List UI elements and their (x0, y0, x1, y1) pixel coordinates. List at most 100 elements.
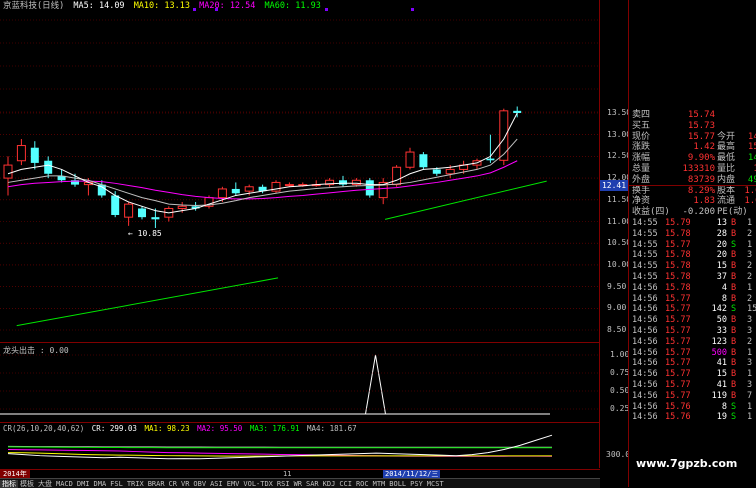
price-tick-9: 9.00 (607, 303, 627, 313)
quote-row: 涨幅 9.90% 最低 14.24 (629, 153, 756, 164)
candle-body (365, 180, 374, 196)
trade-row: 14:56 15.77 142 S 15 (629, 304, 756, 314)
trade-side: B (731, 250, 737, 261)
trade-side: B (731, 228, 737, 239)
trade-price: 15.78 (665, 272, 691, 282)
trade-side: S (731, 412, 737, 423)
trade-count: 3 (747, 380, 753, 390)
trade-volume: 15 (716, 261, 727, 272)
trade-side: B (731, 369, 737, 380)
quote-value: -0.200 (682, 207, 715, 218)
quote-row: 卖四 15.74 42 (629, 110, 756, 121)
trade-row: 14:55 15.79 13 B 1 (629, 218, 756, 228)
quote-extra-value: 15.79 (747, 142, 756, 153)
trade-row: 14:56 15.77 33 B 3 (629, 326, 756, 336)
trade-volume: 41 (716, 380, 727, 390)
trade-side: B (731, 347, 737, 358)
trade-side: S (731, 401, 737, 412)
trade-side: B (731, 315, 737, 326)
trade-price: 15.77 (665, 369, 691, 380)
quote-label: 卖四 (632, 110, 651, 120)
trade-row: 14:56 15.77 15 B 1 (629, 369, 756, 379)
trade-time: 14:55 (632, 239, 658, 250)
trade-volume: 19 (716, 412, 727, 423)
quote-extra-label: PE(动) (717, 207, 748, 218)
ind1-tick-3: 0.25 (610, 404, 630, 413)
trade-price: 15.78 (665, 261, 691, 272)
candle-body (138, 208, 146, 218)
trade-time: 14:56 (632, 380, 658, 390)
trade-volume: 8 (721, 293, 727, 304)
cr-title: CR(26,10,20,40,62) (3, 424, 85, 433)
candle-body (16, 145, 26, 162)
quote-row: 买五 15.73 53 (629, 121, 756, 132)
trade-volume: 142 (711, 304, 727, 315)
trade-price: 15.79 (665, 218, 691, 228)
trade-side: S (731, 239, 737, 250)
trade-time: 14:56 (632, 326, 658, 336)
trade-side: B (731, 326, 737, 336)
trade-volume: 119 (711, 390, 727, 401)
trade-volume: 41 (716, 358, 727, 369)
indicator1-chart[interactable] (0, 343, 600, 423)
trade-side: B (731, 272, 737, 282)
trade-time: 14:56 (632, 369, 658, 380)
trade-count: 3 (747, 250, 753, 261)
quote-value: 8.29% (687, 185, 715, 196)
trade-side: B (731, 336, 737, 347)
quote-extra-label: 量比 (717, 164, 736, 174)
quote-extra-label: 今开 (717, 131, 736, 142)
trade-list[interactable]: 14:55 15.79 13 B 1 14:55 15.78 28 B 2 14:5… (629, 218, 756, 468)
trade-row: 14:56 15.77 41 B 3 (629, 380, 756, 390)
cr-value: CR: 299.03 (91, 424, 137, 433)
trade-time: 14:56 (632, 347, 658, 358)
quote-extra-label: 股本 (717, 185, 736, 196)
candle-body (339, 180, 347, 185)
trade-row: 14:56 15.78 4 B 1 (629, 283, 756, 293)
trade-row: 14:55 15.78 20 B 3 (629, 250, 756, 260)
trade-row: 14:56 15.77 119 B 7 (629, 391, 756, 401)
trade-row: 14:56 15.76 8 S 1 (629, 402, 756, 412)
candle-body (217, 188, 227, 199)
ma60-line-left (16, 277, 279, 327)
ind1-tick-2: 0.50 (610, 386, 630, 395)
quote-row: 换手 8.29% 股本 1.61亿 (629, 186, 756, 197)
quote-extra-value: 14.24 (747, 153, 756, 164)
chart-header: 京蓝科技(日线) MA5: 14.09 MA10: 13.13 MA20: 12… (3, 1, 321, 12)
trade-time: 14:56 (632, 390, 658, 401)
candle-body (392, 166, 402, 186)
trade-side: B (731, 218, 737, 228)
trade-count: 1 (747, 412, 753, 423)
trade-count: 2 (747, 336, 753, 347)
trade-price: 15.77 (665, 239, 691, 250)
candle-body (231, 188, 240, 194)
trade-price: 15.77 (665, 315, 691, 326)
trade-volume: 28 (716, 228, 727, 239)
quote-label: 收益(四) (632, 207, 670, 218)
trade-count: 15 (747, 304, 756, 315)
trade-time: 14:55 (632, 272, 658, 282)
indicator2-tick: 300.0 (606, 450, 631, 459)
trade-count: 3 (747, 326, 753, 336)
quote-label: 净资 (632, 196, 651, 207)
trade-volume: 123 (711, 336, 727, 347)
trade-count: 3 (747, 315, 753, 326)
trade-time: 14:55 (632, 228, 658, 239)
quote-panel: 卖四 15.74 42买五 15.73 53现价 15.77 今开 14.34涨… (629, 110, 756, 218)
trade-price: 15.77 (665, 336, 691, 347)
trade-count: 2 (747, 228, 753, 239)
candle-body (486, 158, 495, 161)
trade-count: 1 (747, 401, 753, 412)
trade-volume: 37 (716, 272, 727, 282)
ma5-line (7, 112, 518, 214)
ma60-label: MA60: 11.93 (264, 1, 321, 11)
quote-label: 买五 (632, 120, 651, 131)
price-tick-10: 8.50 (607, 325, 627, 334)
trade-price: 15.78 (665, 250, 691, 261)
trade-volume: 15 (716, 369, 727, 380)
trade-side: B (731, 293, 737, 304)
kline-chart[interactable] (0, 0, 600, 343)
trade-volume: 20 (716, 239, 727, 250)
quote-row: 净资 1.83 流通 1.61亿 (629, 196, 756, 207)
trade-row: 14:56 15.77 8 B 2 (629, 294, 756, 304)
